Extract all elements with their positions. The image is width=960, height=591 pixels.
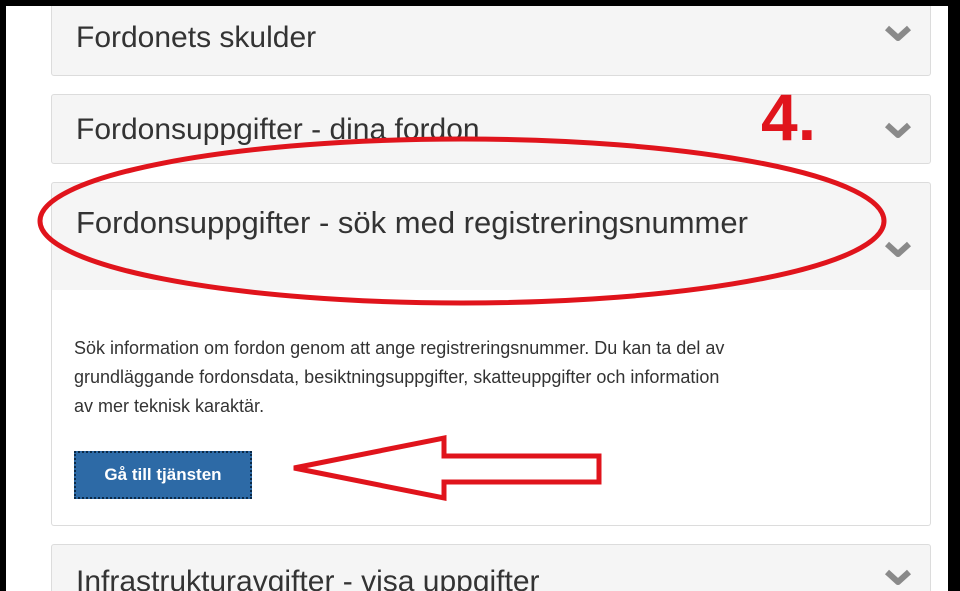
description-line: Sök information om fordon genom att ange… bbox=[74, 338, 725, 358]
accordion-title: Fordonets skulder bbox=[76, 21, 317, 54]
accordion-infrastrukturavgifter[interactable]: Infrastrukturavgifter - visa uppgifter bbox=[51, 544, 931, 591]
accordion-body: Sök information om fordon genom att ange… bbox=[51, 290, 931, 526]
description-line: grundläggande fordonsdata, besiktningsup… bbox=[74, 367, 720, 387]
chevron-down-icon[interactable] bbox=[884, 122, 912, 140]
accordion-title: Fordonsuppgifter - dina fordon bbox=[76, 113, 480, 146]
chevron-down-icon[interactable] bbox=[884, 569, 912, 587]
chevron-down-icon[interactable] bbox=[884, 25, 912, 43]
accordion-sok-registreringsnummer[interactable]: Fordonsuppgifter - sök med registrerings… bbox=[51, 182, 931, 291]
accordion-title: Fordonsuppgifter - sök med registrerings… bbox=[76, 205, 748, 240]
browser-viewport: Fordonets skulder Fordonsuppgifter - din… bbox=[6, 6, 948, 591]
service-description: Sök information om fordon genom att ange… bbox=[74, 334, 914, 421]
accordion-title: Infrastrukturavgifter - visa uppgifter bbox=[76, 565, 540, 591]
go-to-service-button[interactable]: Gå till tjänsten bbox=[74, 451, 252, 499]
accordion-fordonets-skulder[interactable]: Fordonets skulder bbox=[51, 6, 931, 76]
step-number-annotation: 4. bbox=[761, 80, 817, 154]
description-line: av mer teknisk karaktär. bbox=[74, 396, 265, 416]
chevron-down-icon[interactable] bbox=[884, 241, 912, 259]
